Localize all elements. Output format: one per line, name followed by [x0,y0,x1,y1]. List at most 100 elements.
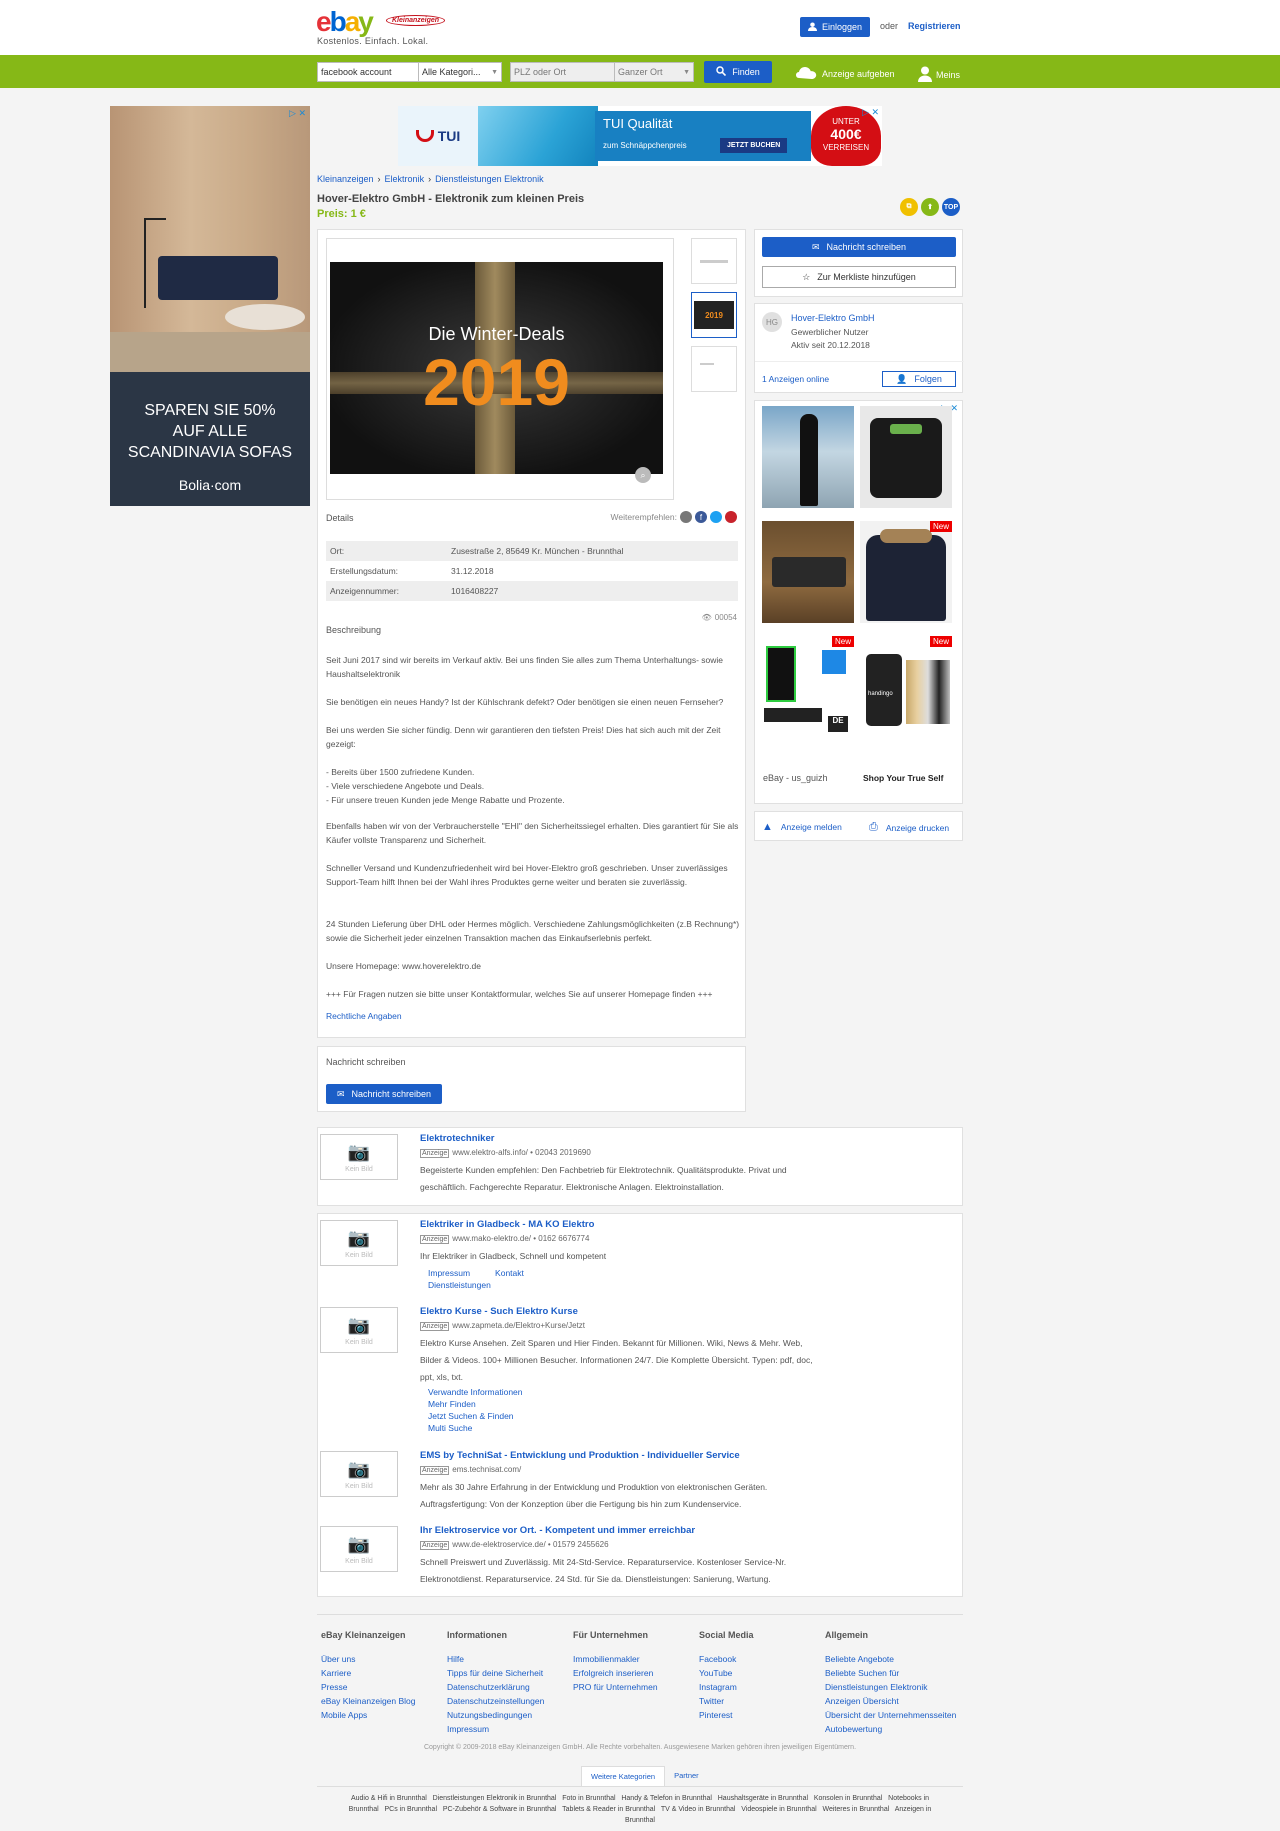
result-title[interactable]: Ihr Elektroservice vor Ort. - Kompetent … [420,1525,820,1536]
sitelink[interactable]: Impressum [428,1267,470,1279]
footer-link[interactable]: Twitter [699,1694,754,1708]
breadcrumb-item[interactable]: Elektronik [385,174,425,184]
sitelink[interactable]: Jetzt Suchen & Finden [428,1410,820,1422]
search-input[interactable]: facebook account [317,62,419,82]
footer-link[interactable]: Instagram [699,1680,754,1694]
ads-online-link[interactable]: 1 Anzeigen online [762,374,829,384]
footer-link[interactable]: YouTube [699,1666,754,1680]
sitelink[interactable]: Dienstleistungen [428,1279,820,1291]
send-message-button[interactable]: ✉ Nachricht schreiben [326,1084,442,1104]
footer-link[interactable]: Datenschutzeinstellungen [447,1694,544,1708]
sidebar-message-button[interactable]: ✉ Nachricht schreiben [762,237,956,257]
footer-link[interactable]: Karriere [321,1666,416,1680]
breadcrumb-item[interactable]: Dienstleistungen Elektronik [435,174,544,184]
breadcrumb-item[interactable]: Kleinanzeigen [317,174,374,184]
footer-link[interactable]: Autobewertung [825,1722,956,1736]
footer-link[interactable]: Über uns [321,1652,416,1666]
sponsored-result[interactable]: Ihr Elektroservice vor Ort. - Kompetent … [420,1525,820,1588]
category-links-line[interactable]: Audio & Hifi in Brunnthal Dienstleistung… [317,1793,963,1804]
radius-select[interactable]: Ganzer Ort ▼ [614,62,694,82]
footer-link[interactable]: Immobilienmakler [573,1652,658,1666]
thumbnail[interactable] [691,346,737,392]
footer-link[interactable]: Anzeigen Übersicht [825,1694,956,1708]
add-to-watchlist-button[interactable]: ☆ Zur Merkliste hinzufügen [762,266,956,288]
sitelink[interactable]: Multi Suche [428,1422,820,1434]
print-ad-link[interactable]: ⎙ Anzeige drucken [869,821,949,834]
footer-link[interactable]: eBay Kleinanzeigen Blog [321,1694,416,1708]
left-ad-banner[interactable]: SPAREN SIE 50% AUF ALLE SCANDINAVIA SOFA… [110,106,310,506]
footer-link[interactable]: Hilfe [447,1652,544,1666]
ad-phone-brand: handingo [868,691,893,697]
ad-choices-icon[interactable]: ▷ ✕ [289,108,306,119]
sidebar-ad-grid[interactable]: ▷ ✕ New DE New handingo New eBay - us_gu… [754,400,963,804]
result-title[interactable]: Elektriker in Gladbeck - MA KO Elektro [420,1219,820,1230]
legal-info-link[interactable]: Rechtliche Angaben [326,1009,741,1023]
footer-link[interactable]: Impressum [447,1722,544,1736]
footer-link[interactable]: Beliebte Suchen für [825,1666,956,1680]
twitter-icon[interactable] [710,511,722,523]
result-title[interactable]: EMS by TechniSat - Entwicklung und Produ… [420,1450,820,1461]
sitelink[interactable]: Kontakt [495,1267,524,1279]
footer-link[interactable]: Dienstleistungen Elektronik [825,1680,956,1694]
find-button[interactable]: Finden [704,61,772,83]
ad-image-truck[interactable] [762,521,854,623]
category-links-line[interactable]: Brunnthal [317,1815,963,1826]
footer-link[interactable]: Tipps für deine Sicherheit [447,1666,544,1680]
thumbnail-selected[interactable]: 2019 [691,292,737,338]
ad-footer-left[interactable]: eBay - us_guizh [763,773,828,783]
sponsored-result[interactable]: Elektro Kurse - Such Elektro Kurse Anzei… [420,1306,820,1434]
ad-image-woman[interactable] [762,406,854,508]
register-link[interactable]: Registrieren [908,21,961,31]
listing-main-image[interactable]: Die Winter-Deals 2019 [330,262,663,474]
footer-link[interactable]: PRO für Unternehmen [573,1680,658,1694]
zoom-icon[interactable]: ⌕ [635,467,651,483]
post-ad-link[interactable]: Anzeige aufgeben [796,66,895,82]
tab-partner[interactable]: Partner [665,1766,708,1786]
category-links-line[interactable]: Brunnthal PCs in Brunnthal PC-Zubehör & … [317,1804,963,1815]
arrow-up-icon[interactable]: ⬆ [921,198,939,216]
sponsored-result[interactable]: Elektriker in Gladbeck - MA KO Elektro A… [420,1219,820,1291]
pinterest-icon[interactable] [725,511,737,523]
category-select[interactable]: Alle Kategori... ▼ [418,62,502,82]
follow-button[interactable]: 👤 Folgen [882,371,956,387]
seller-name-link[interactable]: Hover-Elektro GmbH [791,313,875,323]
result-phone: 0162 6676774 [538,1234,590,1243]
footer-link[interactable]: Presse [321,1680,416,1694]
sponsored-result[interactable]: Elektrotechniker Anzeige www.elektro-alfs… [420,1133,820,1196]
ad-image-sportswear[interactable] [860,406,952,508]
login-button[interactable]: Einloggen [800,17,870,37]
result-title[interactable]: Elektrotechniker [420,1133,820,1144]
ad-image-gaming-pc[interactable]: DE New [762,636,854,738]
top-badge[interactable]: TOP [942,198,960,216]
footer-link[interactable]: Erfolgreich inserieren [573,1666,658,1680]
footer-link[interactable]: Nutzungsbedingungen [447,1708,544,1722]
ad-image-phones[interactable]: handingo New [860,636,952,738]
tui-cta-button[interactable]: JETZT BUCHEN [720,138,788,153]
description-paragraph: - Bereits über 1500 zufriedene Kunden. -… [326,767,565,805]
email-share-icon[interactable] [680,511,692,523]
facebook-icon[interactable]: f [695,511,707,523]
tab-more-categories[interactable]: Weitere Kategorien [581,1766,666,1786]
footer-link[interactable]: Beliebte Angebote [825,1652,956,1666]
footer-link[interactable]: Mobile Apps [321,1708,416,1722]
top-ad-banner[interactable]: TUI TUI Qualität zum Schnäppchenpreis JE… [398,106,882,166]
ad-choices-icon[interactable]: ▷ ✕ [862,107,879,118]
footer-link[interactable]: Datenschutzerklärung [447,1680,544,1694]
my-account-link[interactable]: Meins [918,66,960,84]
ad-footer-right[interactable]: Shop Your True Self [863,773,943,783]
sponsored-result[interactable]: EMS by TechniSat - Entwicklung und Produ… [420,1450,820,1513]
footer-link[interactable]: Übersicht der Unternehmensseiten [825,1708,956,1722]
footer-link[interactable]: Facebook [699,1652,754,1666]
ad-image-jacket[interactable]: New [860,521,952,623]
category-links[interactable]: Audio & Hifi in Brunnthal Dienstleistung… [317,1793,963,1826]
report-ad-link[interactable]: ▲ Anzeige melden [762,821,842,833]
copy-icon[interactable]: ⧉ [900,198,918,216]
location-input[interactable]: PLZ oder Ort [510,62,616,82]
camera-icon: 📷 [347,1314,371,1335]
ebay-kleinanzeigen-logo[interactable]: ebay Kleinanzeigen [316,8,456,38]
footer-link[interactable]: Pinterest [699,1708,754,1722]
result-title[interactable]: Elektro Kurse - Such Elektro Kurse [420,1306,820,1317]
thumbnail[interactable] [691,238,737,284]
sitelink[interactable]: Verwandte Informationen [428,1386,820,1398]
sitelink[interactable]: Mehr Finden [428,1398,820,1410]
